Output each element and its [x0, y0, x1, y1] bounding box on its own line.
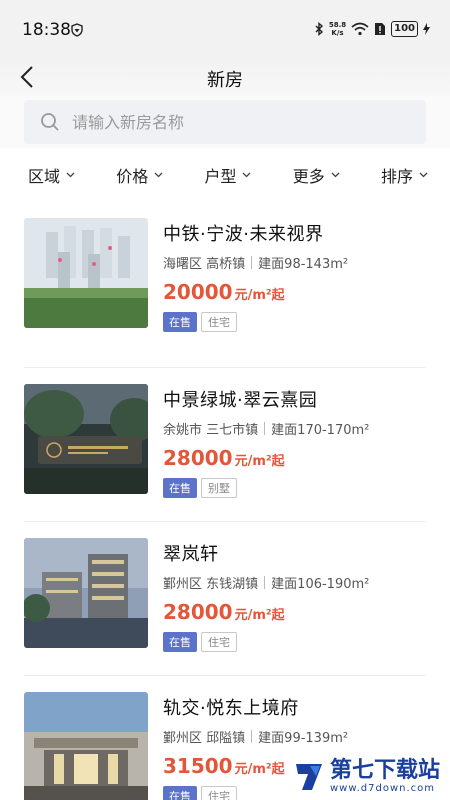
- meta-divider: [264, 422, 266, 435]
- listing-price-unit: 元/m²起: [234, 288, 285, 303]
- status-time: 18:38: [22, 20, 71, 40]
- net-speed-unit: K/s: [331, 29, 344, 37]
- type-badge: 住宅: [201, 786, 237, 800]
- listing-area: 建面98-143m²: [258, 257, 349, 272]
- filter-price[interactable]: 价格: [116, 163, 163, 187]
- listing-card[interactable]: 翠岚轩 鄞州区 东钱湖镇 建面106-190m² 28000 元/m²起 在售 …: [24, 522, 426, 676]
- charging-icon: [423, 23, 430, 35]
- chevron-down-icon: [66, 172, 75, 178]
- listing-tags: 在售 住宅: [163, 632, 426, 652]
- filter-layout[interactable]: 户型: [204, 163, 251, 187]
- filter-bar: 区域 价格 户型 更多 排序: [0, 150, 450, 200]
- listing-info: 翠岚轩 鄞州区 东钱湖镇 建面106-190m² 28000 元/m²起 在售 …: [163, 538, 426, 675]
- listing-district: 海曙区: [163, 257, 203, 272]
- listing-price-line: 28000 元/m²起: [163, 600, 426, 624]
- chevron-down-icon: [154, 172, 163, 178]
- type-badge: 别墅: [201, 478, 237, 498]
- listing-meta: 鄞州区 东钱湖镇 建面106-190m²: [163, 573, 426, 592]
- listing-photo: [24, 218, 148, 328]
- listing-tags: 在售 住宅: [163, 312, 426, 332]
- listing-photo: [24, 384, 148, 494]
- listing-price: 20000: [163, 280, 233, 304]
- status-badge: 在售: [163, 312, 197, 332]
- listing-list: 中铁·宁波·未来视界 海曙区 高桥镇 建面98-143m² 20000 元/m²…: [0, 214, 450, 800]
- listing-area: 建面106-190m²: [271, 577, 370, 592]
- listing-name: 轨交·悦东上境府: [163, 698, 299, 719]
- listing-tags: 在售 别墅: [163, 478, 426, 498]
- listing-district: 鄞州区: [163, 731, 203, 746]
- meta-divider: [251, 730, 253, 743]
- chevron-down-icon: [243, 172, 251, 178]
- filter-more[interactable]: 更多: [293, 163, 340, 187]
- bluetooth-icon: [315, 22, 323, 36]
- listing-price-line: 20000 元/m²起: [163, 280, 426, 304]
- watermark-sub: www.d7down.com: [329, 783, 436, 794]
- listing-price-unit: 元/m²起: [234, 608, 285, 623]
- listing-price-unit: 元/m²起: [234, 762, 285, 777]
- listing-town: 三七市镇: [206, 423, 259, 438]
- meta-divider: [251, 256, 253, 269]
- page-title: 新房: [207, 70, 243, 91]
- listing-meta: 余姚市 三七市镇 建面170-170m²: [163, 419, 426, 438]
- search-input[interactable]: [72, 112, 372, 132]
- status-badge: 在售: [163, 632, 197, 652]
- listing-name: 中铁·宁波·未来视界: [163, 224, 324, 245]
- sim-alert-icon: [375, 23, 386, 35]
- filter-label: 更多: [292, 167, 325, 186]
- listing-name: 中景绿城·翠云熹园: [163, 390, 318, 411]
- listing-photo: [24, 538, 148, 648]
- filter-label: 排序: [380, 167, 413, 186]
- listing-town: 东钱湖镇: [206, 577, 259, 592]
- type-badge: 住宅: [201, 632, 237, 652]
- listing-info: 中铁·宁波·未来视界 海曙区 高桥镇 建面98-143m² 20000 元/m²…: [163, 218, 426, 367]
- listing-meta: 海曙区 高桥镇 建面98-143m²: [163, 253, 426, 272]
- listing-price-line: 28000 元/m²起: [163, 446, 426, 470]
- status-bar: 18:38 58.8 K/s 100: [0, 0, 450, 60]
- listing-town: 邱隘镇: [206, 731, 246, 746]
- header: 新房: [0, 60, 450, 96]
- listing-district: 余姚市: [163, 423, 203, 438]
- battery-indicator: 100: [391, 21, 418, 37]
- chevron-down-icon: [419, 172, 428, 178]
- type-badge: 住宅: [201, 312, 237, 332]
- status-badge: 在售: [163, 478, 197, 498]
- listing-name: 翠岚轩: [163, 544, 219, 565]
- net-speed: 58.8 K/s: [329, 21, 346, 37]
- filter-sort[interactable]: 排序: [381, 163, 428, 187]
- listing-info: 中景绿城·翠云熹园 余姚市 三七市镇 建面170-170m² 28000 元/m…: [163, 384, 426, 521]
- filter-label: 区域: [28, 167, 61, 186]
- listing-area: 建面99-139m²: [258, 731, 349, 746]
- chevron-down-icon: [331, 172, 340, 178]
- watermark: 第七下载站 www.d7down.com: [287, 757, 444, 796]
- search-area: [0, 96, 450, 148]
- status-badge: 在售: [163, 786, 197, 800]
- filter-label: 价格: [116, 167, 149, 186]
- search-icon: [41, 113, 59, 131]
- watermark-logo-icon: [295, 763, 322, 790]
- net-speed-value: 58.8: [328, 21, 347, 29]
- listing-area: 建面170-170m²: [271, 423, 370, 438]
- search-box[interactable]: [24, 100, 426, 144]
- listing-price-unit: 元/m²起: [234, 454, 285, 469]
- listing-card[interactable]: 中铁·宁波·未来视界 海曙区 高桥镇 建面98-143m² 20000 元/m²…: [24, 214, 426, 368]
- filter-label: 户型: [204, 167, 237, 186]
- listing-price: 28000: [163, 446, 233, 470]
- listing-photo: [24, 692, 148, 800]
- listing-price: 28000: [163, 600, 233, 624]
- listing-meta: 鄞州区 邱隘镇 建面99-139m²: [163, 727, 426, 746]
- listing-price: 31500: [163, 754, 233, 778]
- wifi-icon: [351, 22, 369, 36]
- vpn-shield-icon: [71, 23, 83, 37]
- watermark-text: 第七下载站 www.d7down.com: [329, 758, 440, 795]
- meta-divider: [264, 576, 266, 589]
- listing-district: 鄞州区: [163, 577, 203, 592]
- filter-region[interactable]: 区域: [28, 163, 75, 187]
- listing-town: 高桥镇: [206, 257, 246, 272]
- status-icons: 58.8 K/s 100: [314, 21, 430, 37]
- watermark-main: 第七下载站: [329, 758, 440, 783]
- listing-card[interactable]: 中景绿城·翠云熹园 余姚市 三七市镇 建面170-170m² 28000 元/m…: [24, 368, 426, 522]
